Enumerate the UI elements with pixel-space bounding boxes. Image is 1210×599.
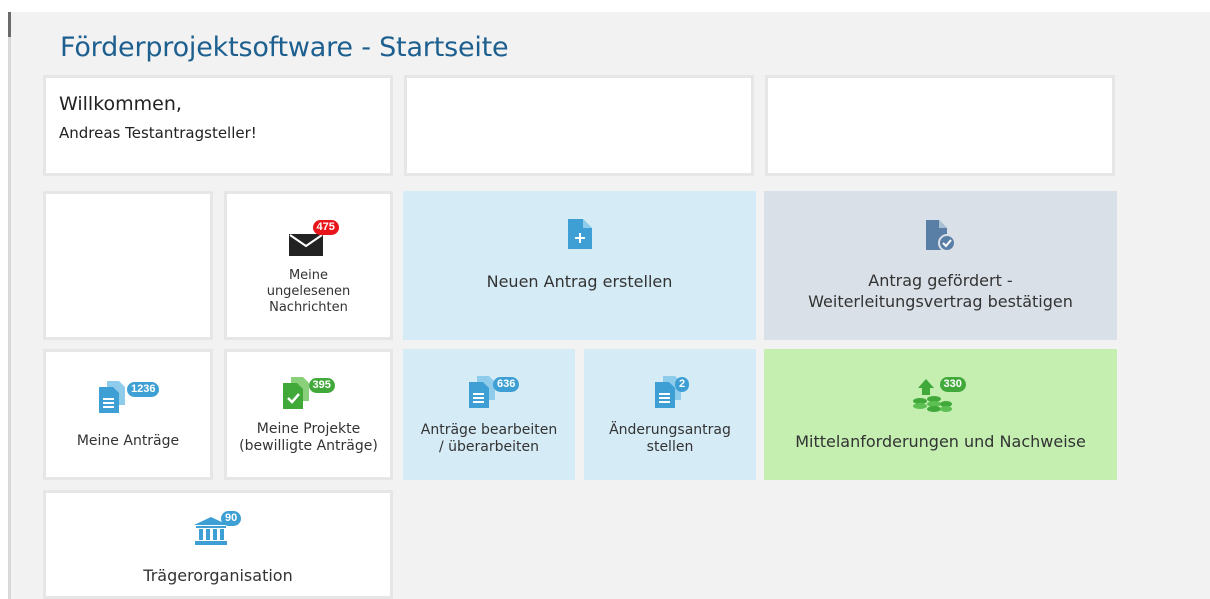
- tile-unread-messages[interactable]: 475 Meine ungelesenen Nachrichten: [224, 191, 393, 340]
- funds-badge: 330: [939, 377, 966, 392]
- edit-applications-label-1: Anträge bearbeiten: [420, 421, 558, 438]
- messages-label-1: Meine: [288, 267, 329, 283]
- empty-tile: [43, 191, 213, 340]
- document-plus-icon: [567, 219, 592, 253]
- documents-icon: 636: [459, 374, 520, 408]
- my-projects-badge: 395: [308, 377, 335, 393]
- my-applications-label: Meine Anträge: [76, 433, 180, 449]
- tile-funds[interactable]: 330 Mittelanforderungen und Nachweise: [764, 349, 1117, 480]
- change-request-badge: 2: [675, 376, 690, 392]
- welcome-panel: Willkommen, Andreas Testantragsteller!: [43, 75, 393, 176]
- document-check-icon: [925, 219, 956, 256]
- funded-label-2: Weiterleitungsvertrag bestätigen: [808, 291, 1073, 311]
- tile-change-request[interactable]: 2 Änderungsantrag stellen: [584, 349, 756, 480]
- tile-edit-applications[interactable]: 636 Anträge bearbeiten / überarbeiten: [403, 349, 575, 480]
- tile-my-applications[interactable]: 1236 Meine Anträge: [43, 349, 213, 480]
- messages-label-3: Nachrichten: [269, 299, 348, 315]
- coins-arrow-icon: 330: [906, 377, 976, 413]
- change-request-label-2: stellen: [646, 438, 694, 455]
- my-projects-label-1: Meine Projekte: [256, 420, 361, 437]
- page-title: Förderprojektsoftware - Startseite: [60, 32, 509, 63]
- welcome-user: Andreas Testantragsteller!: [59, 124, 257, 142]
- my-applications-badge: 1236: [127, 382, 160, 397]
- organisation-badge: 90: [221, 511, 242, 526]
- welcome-greeting: Willkommen,: [59, 93, 182, 115]
- institution-icon: 90: [188, 511, 248, 545]
- tile-my-projects[interactable]: 395 Meine Projekte (bewilligte Anträge): [224, 349, 393, 480]
- documents-icon: 2: [645, 374, 695, 408]
- empty-panel: [404, 75, 754, 176]
- funded-label-1: Antrag gefördert -: [868, 270, 1013, 290]
- messages-label-2: ungelesenen: [266, 283, 351, 299]
- my-projects-label-2: (bewilligte Anträge): [239, 437, 378, 454]
- organisation-label: Trägerorganisation: [143, 566, 293, 585]
- change-request-label-1: Änderungsantrag: [609, 421, 731, 438]
- new-application-label: Neuen Antrag erstellen: [486, 272, 673, 291]
- tile-new-application[interactable]: Neuen Antrag erstellen: [403, 191, 756, 340]
- funds-label: Mittelanforderungen und Nachweise: [795, 432, 1086, 451]
- envelope-icon: 475: [288, 219, 339, 258]
- documents-icon: 1236: [93, 379, 163, 413]
- messages-badge: 475: [312, 219, 339, 235]
- documents-check-icon: 395: [279, 375, 339, 409]
- tile-funded-application[interactable]: Antrag gefördert - Weiterleitungsvertrag…: [764, 191, 1117, 340]
- edit-applications-label-2: / überarbeiten: [439, 438, 539, 455]
- edit-applications-badge: 636: [493, 376, 520, 392]
- tile-organisation[interactable]: 90 Trägerorganisation: [43, 490, 393, 599]
- empty-panel: [765, 75, 1115, 176]
